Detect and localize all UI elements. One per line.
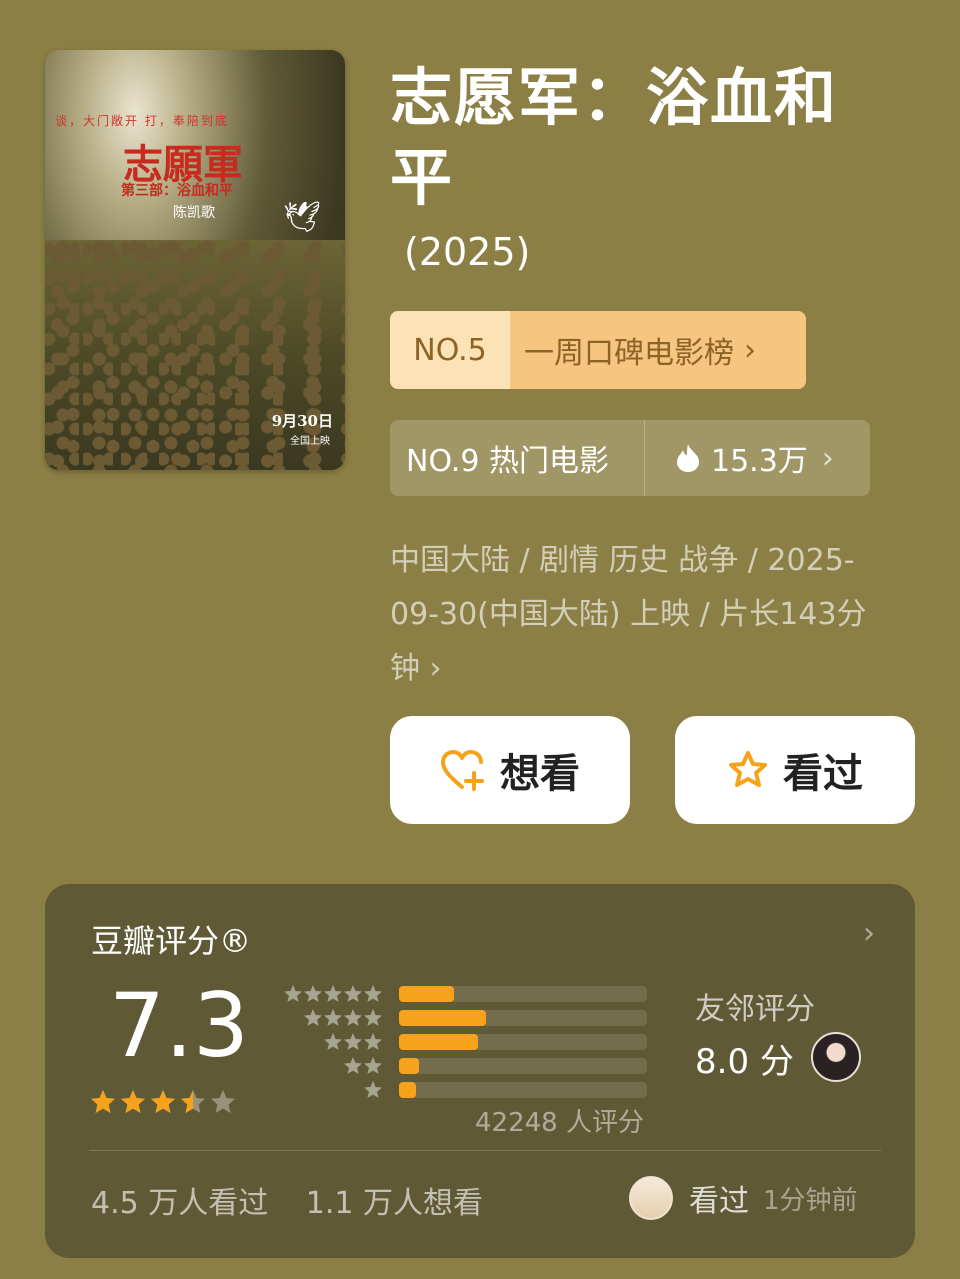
small-star-icon	[344, 1057, 362, 1074]
small-star-icon	[344, 1033, 362, 1050]
want-to-watch-label: 想看	[500, 751, 580, 797]
rating-bar-track	[399, 1082, 647, 1098]
avatar[interactable]	[811, 1032, 861, 1082]
small-star-icon	[364, 1057, 382, 1074]
rating-bar-track	[399, 1058, 647, 1074]
rating-distribution-stars	[277, 1008, 383, 1028]
weekly-rank-badge[interactable]: NO.5 一周口碑电影榜 ›	[390, 311, 806, 389]
avatar	[629, 1176, 673, 1220]
rating-distribution-stars	[277, 1080, 383, 1100]
movie-meta[interactable]: 中国大陆 / 剧情 历史 战争 / 2025-09-30(中国大陆) 上映 / …	[390, 534, 890, 696]
small-star-icon	[324, 1009, 342, 1026]
heat-value-wrap: 15.3万 ›	[645, 436, 870, 480]
dove-icon: 🕊	[283, 200, 322, 235]
star-outline-icon	[729, 751, 767, 787]
small-star-icon	[364, 1009, 382, 1026]
rating-distribution-row	[277, 1006, 647, 1030]
watch-stats: 4.5 万人看过 1.1 万人想看	[91, 1178, 511, 1222]
rating-distribution-row	[277, 1078, 647, 1102]
rating-bar-fill	[399, 1010, 486, 1026]
heat-value: 15.3万	[711, 444, 808, 479]
small-star-icon	[344, 1009, 362, 1026]
small-star-icon	[304, 1009, 322, 1026]
poster-subtitle: 第三部：浴血和平	[121, 183, 233, 199]
chevron-right-icon: ›	[744, 332, 756, 368]
rating-star-icon	[91, 1090, 115, 1113]
chevron-right-icon[interactable]: ›	[863, 916, 875, 951]
movie-title: 志愿军：浴血和平	[390, 61, 839, 214]
movie-year: (2025)	[404, 230, 531, 274]
want-count: 1.1 万人想看	[305, 1186, 484, 1221]
rating-distribution-row	[277, 1030, 647, 1054]
watched-button[interactable]: 看过	[675, 716, 915, 824]
small-star-icon	[344, 985, 362, 1002]
friend-rating-label: 友邻评分	[695, 992, 815, 1027]
rating-distribution-stars	[277, 1056, 383, 1076]
small-star-icon	[364, 985, 382, 1002]
small-star-icon	[364, 1033, 382, 1050]
seen-count: 4.5 万人看过	[91, 1186, 269, 1221]
rating-score: 7.3	[109, 974, 249, 1077]
weekly-rank-number: NO.5	[390, 311, 510, 389]
rating-distribution-stars	[277, 1032, 383, 1052]
poster-date-sub: 全国上映	[290, 436, 330, 447]
chevron-right-icon: ›	[821, 440, 834, 476]
small-star-icon	[324, 1033, 342, 1050]
rating-card[interactable]: 豆瓣评分® › 7.3 42248 人评分 友邻评分 8.0 分 4.5 万人看…	[45, 884, 915, 1258]
rating-bar-fill	[399, 1034, 479, 1050]
want-to-watch-button[interactable]: 想看	[390, 716, 630, 824]
small-star-icon	[304, 985, 322, 1002]
rating-stars	[89, 1088, 239, 1116]
rating-bar-fill	[399, 1082, 417, 1098]
rating-star-icon	[151, 1090, 175, 1113]
small-star-icon	[284, 985, 302, 1002]
poster-director: 陈凯歌	[173, 205, 215, 221]
recent-activity[interactable]: 看过 1分钟前	[629, 1176, 858, 1220]
rating-bar-fill	[399, 986, 454, 1002]
watched-label: 看过	[783, 751, 863, 797]
chevron-right-icon: ›	[429, 651, 442, 686]
rating-star-icon	[211, 1090, 235, 1113]
small-star-icon	[324, 985, 342, 1002]
rating-bar-fill	[399, 1058, 419, 1074]
recent-activity-time: 1分钟前	[763, 1185, 858, 1216]
rating-distribution-row	[277, 1054, 647, 1078]
rating-title: 豆瓣评分®	[91, 922, 252, 960]
rating-star-icon	[181, 1090, 205, 1113]
poster-date: 9月30日	[271, 412, 333, 430]
rating-star-icon	[121, 1090, 145, 1113]
divider	[89, 1150, 881, 1151]
friend-rating-value: 8.0 分	[695, 1042, 794, 1082]
rating-distribution-row	[277, 982, 647, 1006]
movie-poster[interactable]: 谈，大门敞开 打，奉陪到底 志願軍 第三部：浴血和平 陈凯歌 🕊 9月30日 全…	[45, 50, 345, 470]
small-star-icon	[364, 1081, 382, 1098]
flame-icon	[677, 444, 699, 472]
rating-count: 42248 人评分	[475, 1108, 644, 1138]
rating-distribution	[277, 982, 647, 1102]
weekly-rank-label: 一周口碑电影榜	[524, 336, 734, 371]
recent-activity-action: 看过	[689, 1184, 749, 1219]
weekly-rank-label-wrap: 一周口碑电影榜 ›	[510, 311, 806, 389]
rating-bar-track	[399, 1010, 647, 1026]
hot-rank-label: NO.9 热门电影	[406, 444, 609, 479]
heart-plus-icon	[441, 750, 484, 791]
rating-distribution-stars	[277, 984, 383, 1004]
poster-tagline: 谈，大门敞开 打，奉陪到底	[55, 114, 229, 128]
movie-meta-text: 中国大陆 / 剧情 历史 战争 / 2025-09-30(中国大陆) 上映 / …	[390, 543, 867, 686]
hot-rank-badge[interactable]: NO.9 热门电影 15.3万 ›	[390, 420, 870, 496]
rating-bar-track	[399, 1034, 647, 1050]
rating-bar-track	[399, 986, 647, 1002]
